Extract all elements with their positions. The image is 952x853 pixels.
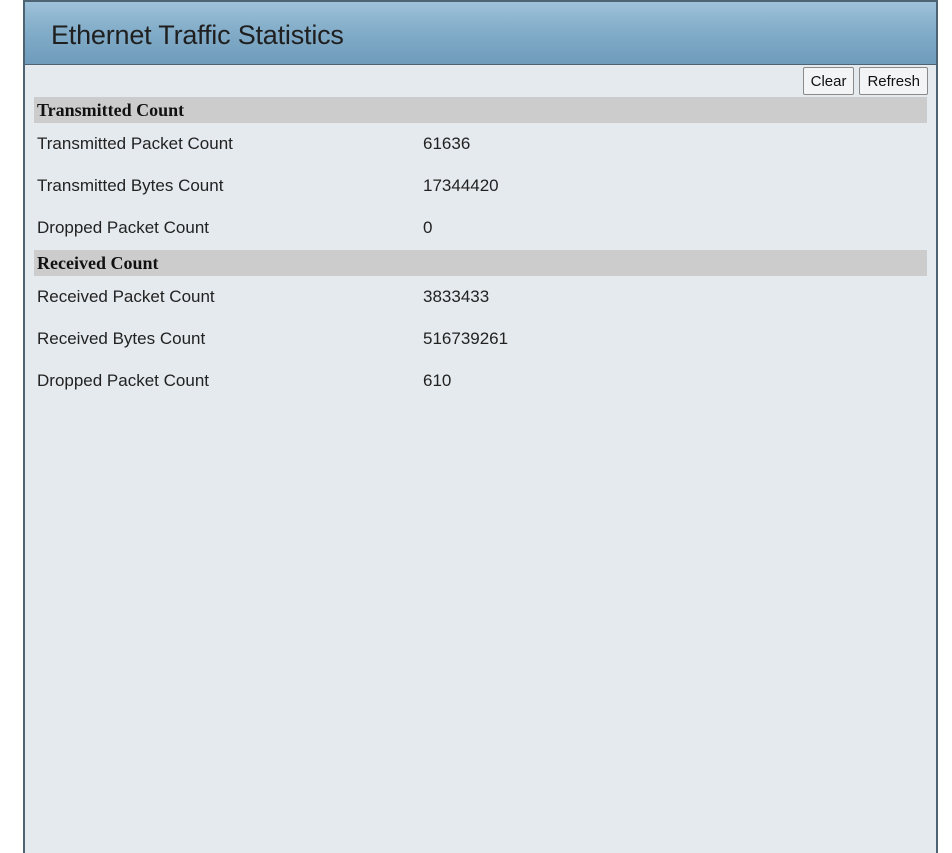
- stat-value: 61636: [423, 134, 471, 153]
- stat-label: Received Packet Count: [37, 287, 215, 306]
- stat-row-received-bytes-count: Received Bytes Count 516739261: [34, 325, 927, 353]
- transmitted-section-header: Transmitted Count: [34, 97, 927, 123]
- stat-value: 3833433: [423, 287, 490, 306]
- stat-value: 516739261: [423, 329, 509, 348]
- stat-value: 17344420: [423, 176, 499, 195]
- stat-row-transmitted-bytes-count: Transmitted Bytes Count 17344420: [34, 172, 927, 200]
- stat-label: Dropped Packet Count: [37, 371, 209, 390]
- stat-row-transmitted-dropped-packet-count: Dropped Packet Count 0: [34, 214, 927, 242]
- received-section-header: Received Count: [34, 250, 927, 276]
- stat-label: Transmitted Bytes Count: [37, 176, 224, 195]
- stat-row-received-packet-count: Received Packet Count 3833433: [34, 283, 927, 311]
- stat-row-received-dropped-packet-count: Dropped Packet Count 610: [34, 367, 927, 395]
- stat-row-transmitted-packet-count: Transmitted Packet Count 61636: [34, 130, 927, 158]
- stat-value: 0: [423, 218, 433, 237]
- stat-label: Transmitted Packet Count: [37, 134, 233, 153]
- clear-button[interactable]: Clear: [802, 67, 855, 95]
- refresh-button[interactable]: Refresh: [859, 67, 928, 95]
- stat-value: 610: [423, 371, 452, 390]
- stat-label: Dropped Packet Count: [37, 218, 209, 237]
- panel-title-bar: Ethernet Traffic Statistics: [25, 2, 936, 65]
- page-title: Ethernet Traffic Statistics: [51, 20, 344, 50]
- stat-label: Received Bytes Count: [37, 329, 206, 348]
- statistics-panel: Ethernet Traffic Statistics Clear Refres…: [23, 0, 938, 853]
- toolbar: Clear Refresh: [802, 67, 928, 95]
